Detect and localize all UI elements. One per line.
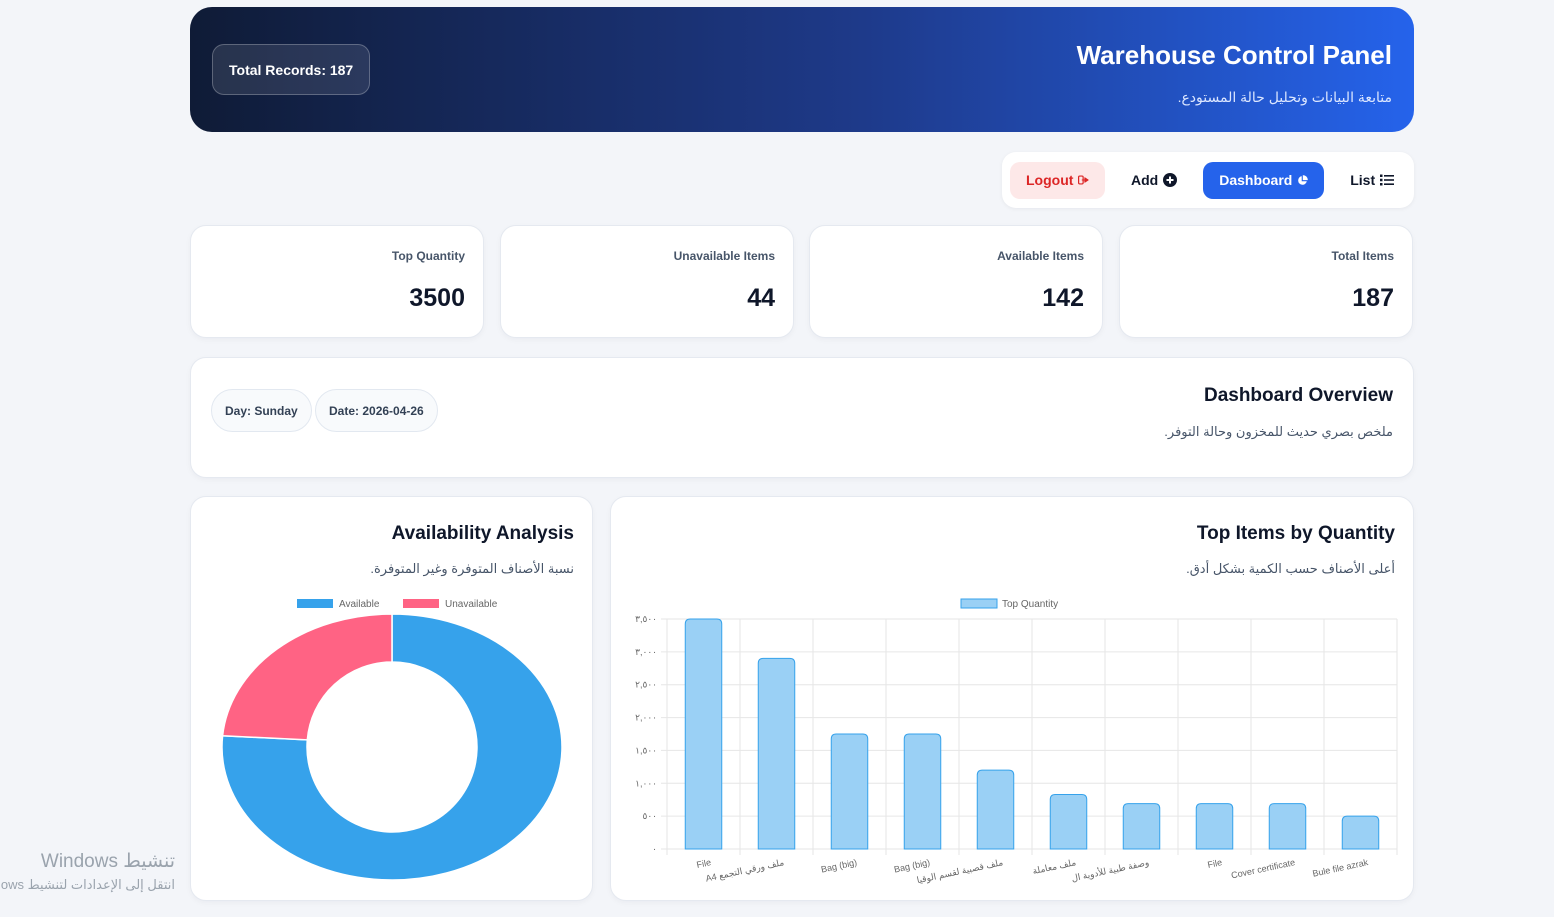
y-tick-label: ٠ xyxy=(652,844,657,854)
page-title: Warehouse Control Panel xyxy=(1076,40,1392,70)
bar xyxy=(1049,793,1088,850)
list-icon xyxy=(1380,174,1395,186)
add-button[interactable]: Add xyxy=(1115,162,1193,199)
x-tick-label: Cover certificate xyxy=(1230,857,1296,880)
bar xyxy=(757,657,796,850)
overview-subtitle: ملخص بصري حديث للمخزون وحالة التوفر. xyxy=(1164,424,1393,439)
stat-card-available-items: Available Items 142 xyxy=(809,225,1103,338)
legend-swatch-top-quantity xyxy=(960,598,998,609)
x-tick-label: File xyxy=(696,857,712,870)
stat-card-total-items: Total Items 187 xyxy=(1119,225,1413,338)
plus-circle-icon xyxy=(1163,173,1178,187)
bar xyxy=(684,618,723,850)
x-tick-label: Bule file azrak xyxy=(1312,857,1370,879)
availability-panel: Availability Analysis نسبة الأصناف المتو… xyxy=(190,496,593,901)
y-tick-label: ١,٥٠٠ xyxy=(635,745,657,755)
y-tick-label: ١,٠٠٠ xyxy=(635,778,657,788)
stat-value: 3500 xyxy=(409,284,465,312)
availability-title: Availability Analysis xyxy=(391,523,574,544)
top-items-panel: Top Items by Quantity أعلى الأصناف حسب ا… xyxy=(610,496,1414,901)
stat-value: 44 xyxy=(747,284,775,312)
x-tick-label: Bag (big) xyxy=(893,857,931,874)
logout-label: Logout xyxy=(1026,172,1074,188)
legend-label-top-quantity: Top Quantity xyxy=(1002,599,1058,610)
y-tick-label: ٣,٥٠٠ xyxy=(635,614,657,624)
x-tick-label: Bag (big) xyxy=(820,857,858,874)
legend-swatch-unavailable xyxy=(403,599,439,608)
date-badge: Date: 2026-04-26 xyxy=(315,389,438,432)
y-tick-label: ٣,٠٠٠ xyxy=(635,647,657,657)
list-button[interactable]: List xyxy=(1334,162,1410,199)
top-items-subtitle: أعلى الأصناف حسب الكمية بشكل أدق. xyxy=(1186,561,1395,576)
stat-label: Available Items xyxy=(997,249,1084,263)
windows-activation-watermark: تنشيط Windows انتقل إلى الإعدادات لتنشيط… xyxy=(0,850,175,893)
donut-slice-unavailable xyxy=(221,613,393,741)
stat-card-unavailable-items: Unavailable Items 44 xyxy=(500,225,794,338)
watermark-message: انتقل إلى الإعدادات لتنشيط Windows. xyxy=(0,877,175,892)
stat-value: 142 xyxy=(1042,284,1084,312)
x-tick-label: File xyxy=(1207,857,1223,870)
stat-card-top-quantity: Top Quantity 3500 xyxy=(190,225,484,338)
add-label: Add xyxy=(1131,172,1159,188)
x-tick-label: A4 ملف ورقي التجمع xyxy=(705,857,785,883)
nav-bar: Logout Add Dashboard List xyxy=(1002,152,1414,208)
legend-label-unavailable: Unavailable xyxy=(445,599,498,610)
dashboard-overview-card: Day: Sunday Date: 2026-04-26 Dashboard O… xyxy=(190,357,1414,478)
stat-label: Total Items xyxy=(1331,249,1394,263)
bar xyxy=(1195,803,1234,850)
stat-label: Top Quantity xyxy=(391,249,465,263)
y-tick-label: ٢,٥٠٠ xyxy=(635,680,657,690)
bar xyxy=(1341,815,1380,850)
list-label: List xyxy=(1350,172,1376,188)
availability-donut-chart: Available Unavailable xyxy=(221,599,563,881)
bar xyxy=(976,769,1015,850)
dashboard-label: Dashboard xyxy=(1219,172,1293,188)
x-tick-label: وصفة طبية للأدوية ال xyxy=(1070,856,1150,883)
chart-pie-icon xyxy=(1298,174,1309,185)
bar xyxy=(903,733,942,850)
y-tick-label: ٥٠٠ xyxy=(642,811,657,821)
legend-label-available: Available xyxy=(339,599,380,610)
stat-value: 187 xyxy=(1352,284,1394,312)
day-badge: Day: Sunday xyxy=(211,389,312,432)
y-tick-label: ٢,٠٠٠ xyxy=(635,713,657,723)
top-items-title: Top Items by Quantity xyxy=(1196,523,1395,544)
availability-subtitle: نسبة الأصناف المتوفرة وغير المتوفرة. xyxy=(370,561,574,576)
bar xyxy=(1122,803,1161,850)
bar xyxy=(1268,803,1307,850)
top-items-bar-chart: Top Quantity ٠ ٥٠٠ ١,٠٠٠ ١,٥٠٠ ٢,٠٠٠ ٢,٥٠٠ ٣,٠٠… xyxy=(635,598,1398,886)
sign-out-icon xyxy=(1078,175,1089,185)
legend-swatch-available xyxy=(297,599,333,608)
dashboard-button[interactable]: Dashboard xyxy=(1203,161,1325,199)
watermark-title: تنشيط Windows xyxy=(40,851,175,872)
bar xyxy=(830,733,869,850)
overview-title: Dashboard Overview xyxy=(1203,385,1393,406)
page-subtitle: متابعة البيانات وتحليل حالة المستودع. xyxy=(1177,89,1392,105)
logout-button[interactable]: Logout xyxy=(1010,161,1105,199)
total-records-badge: Total Records: 187 xyxy=(212,44,371,95)
stat-label: Unavailable Items xyxy=(673,249,775,263)
page-header: Total Records: 187 Warehouse Control Pan… xyxy=(190,7,1414,132)
